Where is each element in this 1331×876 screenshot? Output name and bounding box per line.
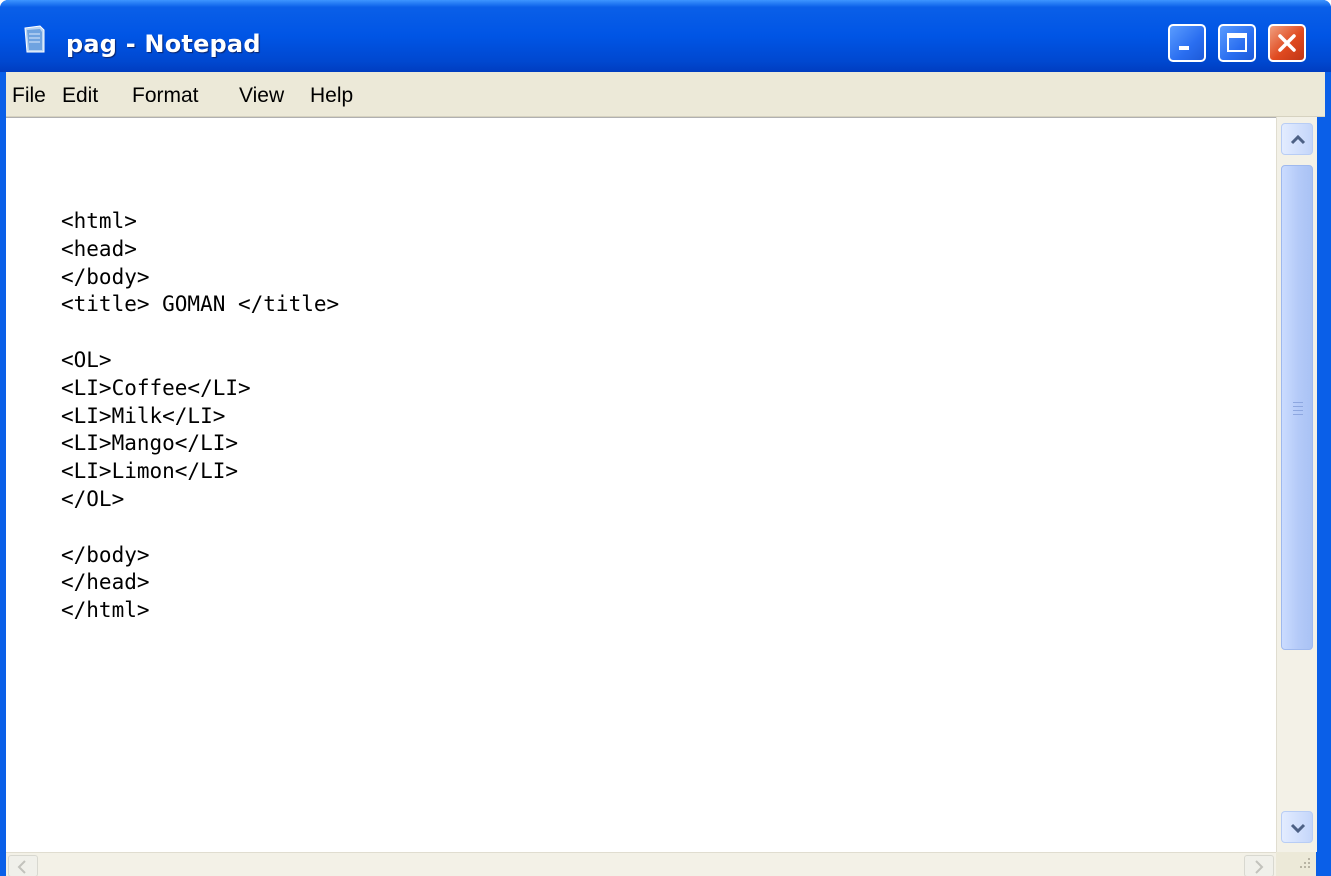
- window-title: pag - Notepad: [66, 30, 261, 58]
- editor-text[interactable]: <html> <head> </body> <title> GOMAN </ti…: [61, 208, 339, 625]
- scroll-left-button[interactable]: [8, 855, 38, 876]
- scroll-up-button[interactable]: [1281, 123, 1313, 155]
- menu-view[interactable]: View: [239, 84, 284, 108]
- thumb-grip: [1293, 406, 1303, 407]
- minimize-icon: [1179, 46, 1189, 50]
- scroll-down-icon: [1290, 823, 1306, 834]
- notepad-icon: [24, 25, 45, 53]
- scroll-right-button[interactable]: [1244, 855, 1274, 876]
- menu-edit[interactable]: Edit: [62, 84, 98, 108]
- menu-format[interactable]: Format: [132, 84, 199, 108]
- vertical-scrollbar[interactable]: [1276, 117, 1317, 852]
- menu-file[interactable]: File: [12, 84, 46, 108]
- scroll-thumb[interactable]: [1281, 165, 1313, 650]
- scroll-up-icon: [1290, 134, 1306, 145]
- thumb-grip: [1293, 402, 1303, 403]
- thumb-grip: [1293, 410, 1303, 411]
- menu-help[interactable]: Help: [310, 84, 353, 108]
- resize-grip[interactable]: [1276, 852, 1316, 876]
- text-editor-area[interactable]: <html> <head> </body> <title> GOMAN </ti…: [6, 117, 1276, 853]
- scroll-down-button[interactable]: [1281, 811, 1313, 843]
- horizontal-scrollbar[interactable]: [6, 852, 1276, 876]
- title-bar[interactable]: pag - Notepad: [0, 0, 1331, 72]
- maximize-button[interactable]: [1218, 24, 1256, 62]
- close-icon: [1278, 34, 1296, 52]
- scroll-right-icon: [1255, 860, 1264, 874]
- close-button[interactable]: [1268, 24, 1306, 62]
- minimize-button[interactable]: [1168, 24, 1206, 62]
- window-frame-right: [1316, 72, 1331, 876]
- resize-grip-icon: [1300, 858, 1310, 868]
- notepad-window: pag - Notepad File Edit Format View Help…: [0, 0, 1331, 876]
- scroll-left-icon: [17, 860, 26, 874]
- maximize-icon: [1227, 33, 1247, 52]
- menu-bar: File Edit Format View Help: [6, 72, 1325, 117]
- thumb-grip: [1293, 414, 1303, 415]
